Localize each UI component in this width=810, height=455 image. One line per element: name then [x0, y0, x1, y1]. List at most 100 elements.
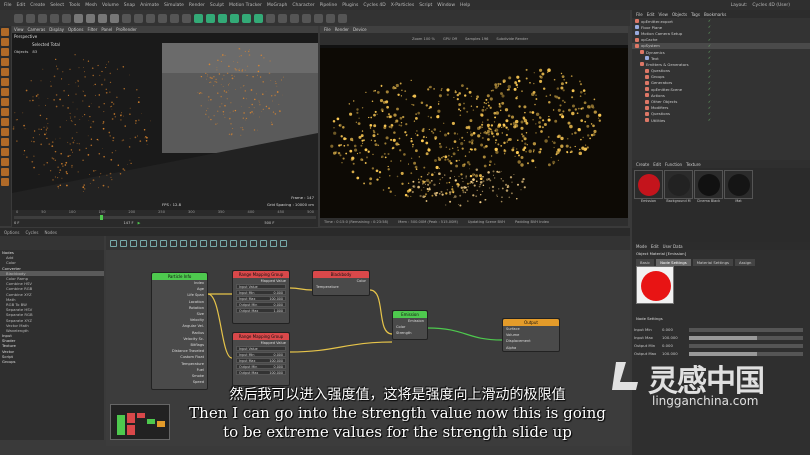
- toolbar-button[interactable]: [50, 13, 59, 23]
- tool-button[interactable]: [1, 128, 9, 136]
- toolbar-button[interactable]: [74, 13, 83, 23]
- range-mapping-field[interactable]: Output Min 0.000: [236, 364, 286, 370]
- timeline-playhead[interactable]: [100, 215, 103, 220]
- range-mapping-field[interactable]: Output Min 0.000: [236, 302, 286, 308]
- timeline-track[interactable]: [14, 215, 316, 220]
- object-visibility-check[interactable]: ✓: [708, 50, 720, 54]
- object-manager-menu-item[interactable]: Bookmarks: [704, 12, 726, 17]
- attribute-menu-item[interactable]: Edit: [651, 244, 659, 249]
- toolbar-button[interactable]: [14, 13, 23, 23]
- tool-button[interactable]: [1, 68, 9, 76]
- output-port[interactable]: Alpha: [503, 345, 559, 351]
- material-menu-item[interactable]: Edit: [653, 162, 661, 167]
- menu-item[interactable]: File: [4, 3, 12, 8]
- object-visibility-check[interactable]: ✓: [708, 87, 720, 91]
- toolbar-button[interactable]: [146, 13, 155, 23]
- toolbar-button[interactable]: [194, 13, 203, 23]
- object-row[interactable]: Utilities ✓: [632, 117, 810, 123]
- tool-button[interactable]: [1, 48, 9, 56]
- viewport-menu-item[interactable]: Options: [68, 27, 83, 32]
- attribute-slider[interactable]: [689, 327, 803, 332]
- graph-tool-button[interactable]: [190, 239, 197, 247]
- menu-item[interactable]: Character: [292, 3, 314, 8]
- toolbar-button[interactable]: [86, 13, 95, 23]
- object-manager-menu-item[interactable]: File: [636, 12, 643, 17]
- attribute-slider[interactable]: [689, 343, 803, 348]
- graph-tool-button[interactable]: [260, 239, 267, 247]
- tool-button[interactable]: [1, 138, 9, 146]
- graph-tool-button[interactable]: [140, 239, 147, 247]
- toolbar-button[interactable]: [254, 13, 263, 23]
- menu-item[interactable]: Sculpt: [210, 3, 224, 8]
- object-manager-menu-item[interactable]: Tags: [691, 12, 700, 17]
- object-visibility-check[interactable]: ✓: [708, 100, 720, 104]
- toolbar-button[interactable]: [206, 13, 215, 23]
- object-manager-menu-item[interactable]: Edit: [647, 12, 655, 17]
- particle-info-node[interactable]: Particle Info Index Age Life Span Location R…: [151, 272, 208, 390]
- current-frame-field[interactable]: 147 F: [124, 221, 134, 225]
- material-menu-item[interactable]: Texture: [686, 162, 701, 167]
- attribute-slider[interactable]: [689, 351, 803, 356]
- toolbar-button[interactable]: [326, 13, 335, 23]
- material-swatch[interactable]: [634, 170, 663, 199]
- range-mapping-field[interactable]: Input Min 0.000: [236, 290, 286, 296]
- toolbar-button[interactable]: [62, 13, 71, 23]
- render-menu-item[interactable]: Render: [335, 27, 349, 32]
- toolbar-button[interactable]: [290, 13, 299, 23]
- menu-item[interactable]: Snap: [124, 3, 135, 8]
- toolbar-button[interactable]: [218, 13, 227, 23]
- toolbar-button[interactable]: [278, 13, 287, 23]
- menu-item[interactable]: Create: [30, 3, 45, 8]
- menu-item[interactable]: X-Particles: [391, 3, 414, 8]
- toolbar-button[interactable]: [134, 13, 143, 23]
- range-mapping-field[interactable]: Input Value: [236, 346, 286, 352]
- render-view[interactable]: File Render Device Zoom 100 % GPU Off Samp…: [320, 26, 628, 226]
- tool-button[interactable]: [1, 78, 9, 86]
- tool-button[interactable]: [1, 108, 9, 116]
- toolbar-button[interactable]: [122, 13, 131, 23]
- tool-button[interactable]: [1, 28, 9, 36]
- object-visibility-check[interactable]: ✓: [708, 25, 720, 29]
- menu-item[interactable]: Mesh: [85, 3, 97, 8]
- viewport-menu-item[interactable]: Cameras: [28, 27, 46, 32]
- attribute-slider[interactable]: [689, 335, 803, 340]
- attribute-row-value[interactable]: 0.000: [662, 327, 673, 332]
- menu-item[interactable]: Cycles 4D: [363, 3, 385, 8]
- emission-node[interactable]: Emission Emission Color Strength: [392, 310, 428, 340]
- range-mapping-field[interactable]: Output Max 100.000: [236, 370, 286, 376]
- graph-tool-button[interactable]: [280, 239, 287, 247]
- end-frame-field[interactable]: 500 F: [264, 221, 274, 225]
- tool-button[interactable]: [1, 98, 9, 106]
- object-visibility-check[interactable]: ✓: [708, 31, 720, 35]
- menu-item[interactable]: Edit: [17, 3, 26, 8]
- tool-button[interactable]: [1, 58, 9, 66]
- attribute-tab[interactable]: Node Settings: [656, 259, 691, 266]
- menu-item[interactable]: Tools: [69, 3, 80, 8]
- toolbar-button[interactable]: [242, 13, 251, 23]
- attribute-tab[interactable]: Basic: [636, 259, 655, 266]
- timeline[interactable]: 0 50 100 150 200 250 300 350 400 450 500 0 F 147 F…: [12, 210, 318, 227]
- render-menu-item[interactable]: File: [324, 27, 331, 32]
- toolbar-button[interactable]: [338, 13, 347, 23]
- node-editor-item-cycles[interactable]: Cycles: [25, 230, 38, 235]
- tool-button[interactable]: [1, 178, 9, 186]
- start-frame-field[interactable]: 0 F: [14, 221, 20, 225]
- graph-tool-button[interactable]: [170, 239, 177, 247]
- object-visibility-check[interactable]: ✓: [708, 75, 720, 79]
- toolbar-button[interactable]: [230, 13, 239, 23]
- menu-item[interactable]: Render: [189, 3, 205, 8]
- menu-item[interactable]: Help: [460, 3, 470, 8]
- attribute-row[interactable]: Input Min 0.000: [634, 326, 806, 333]
- toolbar-button[interactable]: [314, 13, 323, 23]
- graph-tool-button[interactable]: [150, 239, 157, 247]
- play-button[interactable]: ▶: [138, 221, 141, 225]
- graph-tool-button[interactable]: [270, 239, 277, 247]
- graph-tool-button[interactable]: [230, 239, 237, 247]
- graph-tool-button[interactable]: [200, 239, 207, 247]
- attribute-tab[interactable]: Assign: [734, 259, 756, 266]
- attribute-row[interactable]: Output Min 0.000: [634, 342, 806, 349]
- object-visibility-check[interactable]: ✓: [708, 69, 720, 73]
- attribute-menu-item[interactable]: Mode: [636, 244, 647, 249]
- material-swatch[interactable]: [694, 170, 723, 199]
- graph-tool-button[interactable]: [130, 239, 137, 247]
